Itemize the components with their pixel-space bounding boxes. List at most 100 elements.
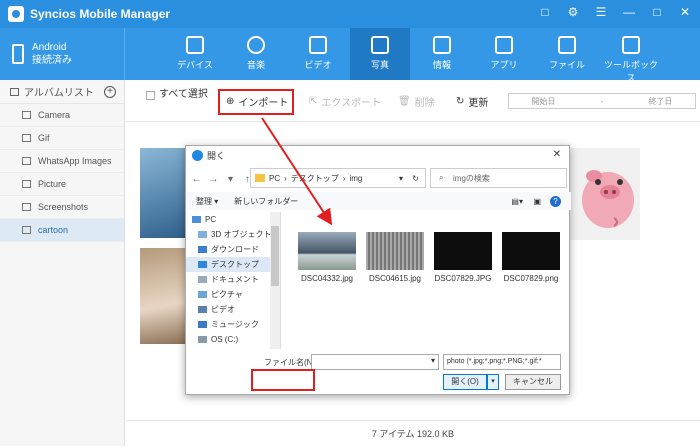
image-icon	[22, 134, 31, 142]
file-item[interactable]: DSC07829.png	[500, 232, 562, 283]
file-item[interactable]: DSC04615.jpg	[364, 232, 426, 283]
checkbox-icon	[146, 90, 155, 100]
toolbox-icon	[622, 36, 640, 54]
message-icon[interactable]: □	[538, 5, 552, 19]
search-input[interactable]: ⌕ imgの検索	[430, 168, 567, 188]
maximize-button[interactable]: □	[650, 5, 664, 19]
refresh-icon[interactable]: ↻	[412, 174, 419, 183]
chevron-down-icon[interactable]: ▾	[224, 174, 237, 185]
tab-apps[interactable]: アプリ	[474, 28, 534, 80]
album-icon	[10, 87, 19, 96]
sidebar-item-cartoon[interactable]: cartoon	[0, 219, 124, 242]
tree-item-videos[interactable]: ビデオ	[186, 302, 280, 317]
dialog-title-bar: 開く	[186, 146, 569, 164]
select-all-checkbox[interactable]: すべて選択	[146, 88, 224, 102]
dialog-close-icon[interactable]: ✕	[553, 149, 561, 160]
tree-item-music[interactable]: ミュージック	[186, 317, 280, 332]
tree-item-pc[interactable]: PC	[186, 212, 280, 227]
refresh-button[interactable]: ↻ 更新	[456, 94, 488, 109]
filetype-select[interactable]: photo (*.jpg;*.png;*.PNG;*.gif;*	[443, 354, 561, 370]
menu-icon[interactable]: ☰	[594, 5, 608, 19]
tree-item-3d-objects[interactable]: 3D オブジェクト	[186, 227, 280, 242]
device-panel[interactable]: Android 接続済み	[0, 28, 125, 80]
breadcrumb-desktop[interactable]: デスクトップ	[291, 173, 339, 184]
tab-photo[interactable]: 写真	[350, 28, 410, 80]
album-list-header: アルバムリスト +	[0, 80, 124, 104]
command-bar: 整理 ▾ 新しいフォルダー ▤▾ ▣ ?	[186, 192, 571, 210]
file-thumbnail	[366, 232, 424, 270]
open-button-highlight	[251, 369, 315, 391]
app-logo-icon	[8, 6, 24, 22]
file-item[interactable]: DSC07829.JPG	[432, 232, 494, 283]
document-icon	[198, 276, 207, 283]
image-icon	[22, 111, 31, 119]
folder-icon	[255, 174, 265, 182]
photo-thumbnail[interactable]	[570, 148, 640, 240]
sidebar: アルバムリスト + Camera Gif WhatsApp Images Pic…	[0, 80, 125, 446]
computer-icon	[192, 216, 201, 223]
tree-item-os-c[interactable]: OS (C:)	[186, 332, 280, 347]
add-album-icon[interactable]: +	[104, 85, 116, 98]
contacts-icon	[433, 36, 451, 54]
export-button[interactable]: ⇱ エクスポート	[309, 94, 381, 109]
filename-label: ファイル名(N):	[264, 358, 318, 367]
pig-cartoon-image	[582, 170, 634, 228]
help-icon[interactable]: ?	[550, 195, 561, 207]
tree-item-pictures[interactable]: ピクチャ	[186, 287, 280, 302]
tree-item-desktop[interactable]: デスクトップ	[186, 257, 280, 272]
home-icon	[186, 36, 204, 54]
minimize-button[interactable]: —	[622, 5, 636, 19]
file-thumbnail	[434, 232, 492, 270]
tab-toolbox[interactable]: ツールボックス	[600, 28, 662, 83]
sidebar-item-gif[interactable]: Gif	[0, 127, 124, 150]
open-dropdown-button[interactable]: ▾	[487, 374, 499, 390]
view-options-icon[interactable]: ▤▾	[511, 197, 523, 206]
film-icon	[198, 306, 207, 313]
path-breadcrumb[interactable]: PC › デスクトップ › img ▾ ↻	[250, 168, 426, 188]
breadcrumb-pc[interactable]: PC	[269, 174, 280, 183]
filename-input[interactable]: ▾	[311, 354, 439, 370]
status-bar: 7 アイテム 192.0 KB	[126, 420, 700, 446]
settings-icon[interactable]: ⚙	[566, 5, 580, 19]
tree-scrollbar[interactable]	[270, 212, 280, 349]
music-note-icon	[198, 321, 207, 328]
image-icon	[22, 180, 31, 188]
tab-video[interactable]: ビデオ	[288, 28, 348, 80]
breadcrumb-img[interactable]: img	[349, 174, 362, 183]
photo-thumbnail[interactable]	[140, 248, 186, 344]
preview-pane-icon[interactable]: ▣	[533, 197, 541, 206]
picture-icon	[198, 291, 207, 298]
tab-info[interactable]: 情報	[412, 28, 472, 80]
folder-tree: PC 3D オブジェクト ダウンロード デスクトップ ドキュメント ピクチャ ビ…	[186, 212, 281, 349]
window-controls: □ ⚙ ☰ — □ ✕	[538, 5, 692, 19]
device-status: 接続済み	[32, 55, 72, 66]
photo-thumbnail[interactable]	[140, 148, 186, 238]
forward-icon[interactable]: →	[207, 174, 220, 185]
tree-item-documents[interactable]: ドキュメント	[186, 272, 280, 287]
tab-files[interactable]: ファイル	[537, 28, 597, 80]
cancel-button[interactable]: キャンセル	[505, 374, 561, 390]
close-button[interactable]: ✕	[678, 5, 692, 19]
delete-button[interactable]: 🗑 削除	[398, 94, 435, 109]
end-date[interactable]: 終了日	[648, 96, 672, 107]
date-range[interactable]: 開始日 - 終了日	[508, 93, 696, 109]
open-button[interactable]: 開く(O)	[443, 374, 487, 390]
sidebar-item-picture[interactable]: Picture	[0, 173, 124, 196]
dialog-buttons: 開く(O) ▾ キャンセル	[186, 374, 571, 394]
nav-bar: Android 接続済み デバイス 音楽 ビデオ 写真 情報 アプリ ファイル …	[0, 28, 700, 83]
tree-item-downloads[interactable]: ダウンロード	[186, 242, 280, 257]
new-folder-button[interactable]: 新しいフォルダー	[234, 196, 298, 207]
back-icon[interactable]: ←	[190, 174, 203, 185]
cube-icon	[198, 231, 207, 238]
dropdown-icon[interactable]: ▾	[399, 174, 403, 183]
sidebar-item-whatsapp[interactable]: WhatsApp Images	[0, 150, 124, 173]
tab-device[interactable]: デバイス	[165, 28, 225, 80]
chevron-down-icon[interactable]: ▾	[431, 356, 435, 365]
file-item[interactable]: DSC04332.jpg	[296, 232, 358, 283]
organize-button[interactable]: 整理 ▾	[196, 196, 218, 207]
start-date[interactable]: 開始日	[532, 96, 556, 107]
sidebar-item-camera[interactable]: Camera	[0, 104, 124, 127]
tab-music[interactable]: 音楽	[226, 28, 286, 80]
sidebar-item-screenshots[interactable]: Screenshots	[0, 196, 124, 219]
file-list: DSC04332.jpg DSC04615.jpg DSC07829.JPG D…	[286, 212, 571, 349]
